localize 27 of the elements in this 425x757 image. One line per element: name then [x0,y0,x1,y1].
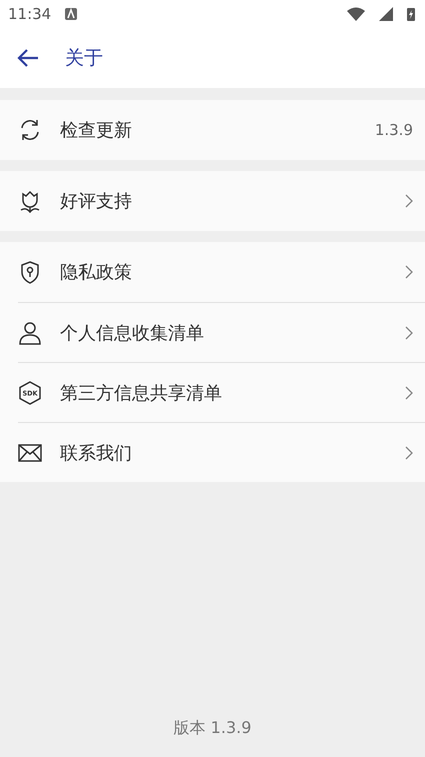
chevron-icon [405,194,413,208]
chevron-icon [405,265,413,279]
settings-row[interactable]: 检查更新 1.3.9 [0,100,425,160]
settings-row[interactable]: 好评支持 [0,171,425,231]
wifi-icon [347,7,365,21]
status-time: 11:34 [8,5,52,23]
settings-row[interactable]: 个人信息收集清单 [18,302,425,362]
row-label: 检查更新 [60,119,133,142]
row-label: 好评支持 [60,190,133,213]
settings-row[interactable]: 隐私政策 [0,242,425,302]
version-text: 版本 1.3.9 [174,718,252,739]
chevron-icon [405,326,413,340]
row-label: 隐私政策 [60,261,133,284]
page-title: 关于 [65,46,103,71]
chevron-icon [405,446,413,460]
row-label: 第三方信息共享清单 [60,382,223,404]
settings-row[interactable]: 联系我们 [18,422,425,482]
row-label: 联系我们 [60,442,133,464]
person-icon [18,320,42,344]
battery-icon [407,7,415,21]
notification-icon [65,8,78,20]
version-value: 1.3.9 [374,121,413,139]
back-icon[interactable] [17,49,39,67]
row-label: 个人信息收集清单 [60,322,205,344]
signal-icon [379,7,393,21]
flower-icon [18,189,42,213]
chevron-icon [405,386,413,400]
